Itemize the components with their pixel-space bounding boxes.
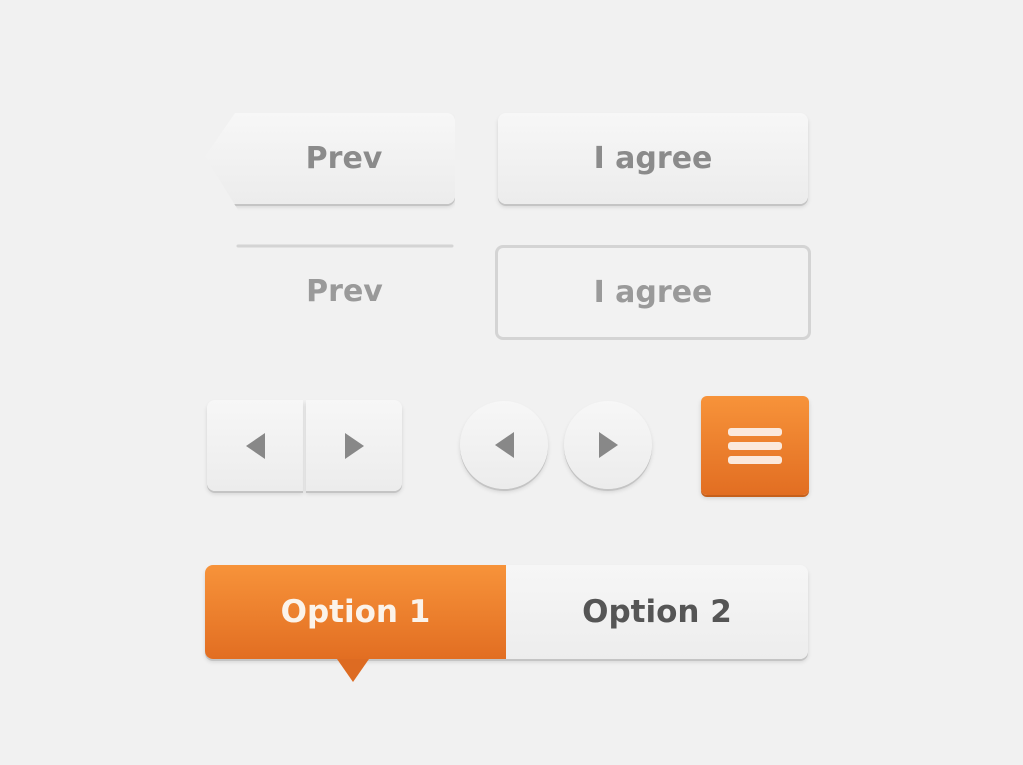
arrow-right-icon <box>598 432 618 458</box>
arrow-right-icon <box>344 432 364 459</box>
option-2-segment[interactable]: Option 2 <box>506 565 808 659</box>
menu-button[interactable] <box>701 396 809 495</box>
option-1-label: Option 1 <box>280 594 431 630</box>
segmented-control: Option 1 Option 2 <box>205 565 808 659</box>
option-1-segment[interactable]: Option 1 <box>205 565 506 659</box>
menu-icon-bar <box>728 455 782 464</box>
prev-outline-button[interactable] <box>200 242 464 342</box>
next-arrow-button[interactable] <box>306 400 402 491</box>
agree-outline-button[interactable]: I agree <box>495 245 811 340</box>
next-circle-button[interactable] <box>564 401 652 489</box>
agree-button[interactable]: I agree <box>498 113 808 204</box>
prev-button-label: Prev <box>305 141 383 176</box>
agree-outline-label: I agree <box>593 275 713 310</box>
selected-pointer <box>337 659 369 682</box>
prev-arrow-button[interactable] <box>207 400 303 491</box>
prev-circle-button[interactable] <box>460 401 548 489</box>
menu-icon-bar <box>728 441 782 450</box>
option-2-label: Option 2 <box>582 594 732 630</box>
arrow-left-icon <box>245 432 265 459</box>
agree-button-label: I agree <box>593 141 713 176</box>
arrow-left-icon <box>494 432 514 458</box>
menu-icon-bar <box>728 427 782 436</box>
prev-button[interactable]: Prev <box>205 113 455 204</box>
